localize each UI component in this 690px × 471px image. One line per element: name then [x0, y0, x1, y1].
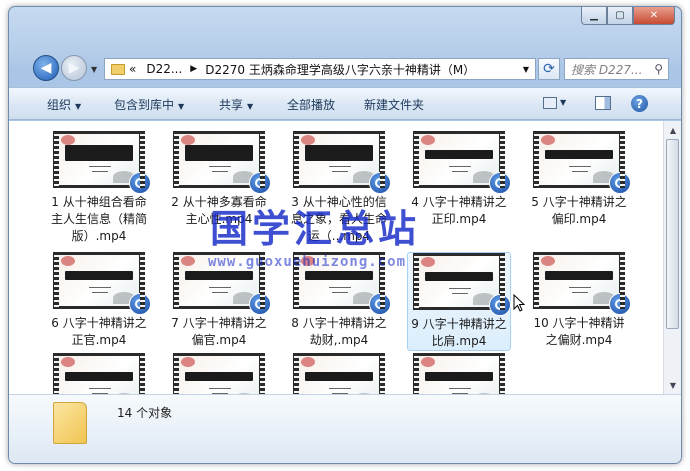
- media-player-icon: [249, 172, 271, 194]
- file-item[interactable]: [407, 353, 511, 394]
- file-item[interactable]: [167, 353, 271, 394]
- scroll-down-icon[interactable]: ▼: [665, 377, 681, 393]
- refresh-icon: ⟳: [543, 61, 555, 77]
- maximize-button[interactable]: ▢: [607, 7, 633, 25]
- minimize-button[interactable]: ▁: [581, 7, 607, 25]
- video-thumbnail: [173, 252, 271, 315]
- video-thumbnail: [293, 353, 385, 394]
- chevron-down-icon: ▼: [75, 102, 82, 111]
- help-icon[interactable]: ?: [631, 95, 648, 112]
- video-thumbnail: [533, 131, 631, 194]
- file-item[interactable]: 7 八字十神精讲之偏官.mp4: [167, 252, 271, 349]
- video-thumbnail: [53, 353, 145, 394]
- media-player-icon: [489, 294, 511, 316]
- file-item[interactable]: [287, 353, 391, 394]
- media-player-icon: [609, 293, 631, 315]
- search-input[interactable]: 搜索 D227... ⚲: [564, 58, 669, 80]
- breadcrumb-current[interactable]: D2270 王炳森命理学高级八字六亲十神精讲（M）: [205, 61, 475, 78]
- back-button[interactable]: ◀: [33, 55, 59, 81]
- chevron-down-icon: ▼: [247, 102, 254, 111]
- video-thumbnail: [173, 353, 265, 394]
- video-thumbnail: [53, 252, 151, 315]
- file-name: 4 八字十神精讲之正印.mp4: [411, 195, 507, 226]
- organize-button[interactable]: 组织 ▼: [47, 96, 81, 113]
- address-bar[interactable]: « D22... ▶ D2270 王炳森命理学高级八字六亲十神精讲（M） ▼: [104, 58, 536, 80]
- folder-icon: [53, 402, 87, 444]
- search-icon: ⚲: [654, 62, 663, 76]
- breadcrumb-parent[interactable]: D22...: [146, 62, 182, 76]
- chevron-right-icon[interactable]: ▶: [190, 64, 197, 74]
- breadcrumb-prefix[interactable]: «: [129, 62, 136, 76]
- file-item[interactable]: 1 从十神组合看命主人生信息（精简版）.mp4: [47, 131, 151, 245]
- address-dropdown-icon[interactable]: ▼: [523, 65, 529, 74]
- file-name: 2 从十神多寡看命主心性.mp4: [171, 195, 267, 226]
- file-item[interactable]: 6 八字十神精讲之正官.mp4: [47, 252, 151, 349]
- video-thumbnail: [413, 353, 505, 394]
- chevron-down-icon[interactable]: ▼: [560, 98, 566, 107]
- close-button[interactable]: ✕: [633, 7, 675, 25]
- details-pane: 14 个对象: [9, 394, 681, 463]
- command-bar: 组织 ▼ 包含到库中 ▼ 共享 ▼ 全部播放 新建文件夹 ▼ ?: [9, 87, 681, 120]
- play-all-button[interactable]: 全部播放: [287, 96, 335, 113]
- file-name: 10 八字十神精讲之偏财.mp4: [533, 316, 625, 347]
- file-item[interactable]: 4 八字十神精讲之正印.mp4: [407, 131, 511, 228]
- file-name: 8 八字十神精讲之劫财,.mp4: [291, 316, 387, 347]
- file-item[interactable]: 2 从十神多寡看命主心性.mp4: [167, 131, 271, 228]
- chevron-down-icon: ▼: [178, 102, 185, 111]
- mouse-cursor-icon: [513, 294, 525, 312]
- video-thumbnail: [413, 131, 511, 194]
- refresh-button[interactable]: ⟳: [538, 58, 560, 80]
- file-name: 9 八字十神精讲之比肩.mp4: [411, 317, 507, 348]
- include-library-button[interactable]: 包含到库中 ▼: [114, 96, 184, 113]
- media-player-icon: [489, 172, 511, 194]
- share-button[interactable]: 共享 ▼: [219, 96, 253, 113]
- scroll-up-icon[interactable]: ▲: [665, 122, 681, 138]
- video-thumbnail: [173, 131, 271, 194]
- caption-buttons: ▁ ▢ ✕: [581, 7, 675, 25]
- media-player-icon: [129, 172, 151, 194]
- file-name: 7 八字十神精讲之偏官.mp4: [171, 316, 267, 347]
- video-thumbnail: [293, 252, 391, 315]
- file-name: 6 八字十神精讲之正官.mp4: [51, 316, 147, 347]
- media-player-icon: [369, 293, 391, 315]
- media-player-icon: [129, 293, 151, 315]
- video-thumbnail: [413, 253, 511, 316]
- recent-pages-dropdown-icon[interactable]: ▼: [91, 65, 97, 74]
- file-item[interactable]: [47, 353, 151, 394]
- file-item[interactable]: 3 从十神心性的信息之象，看人生命运（...mp4: [287, 131, 391, 245]
- item-count: 14 个对象: [117, 406, 173, 420]
- media-player-icon: [249, 293, 271, 315]
- file-name: 3 从十神心性的信息之象，看人生命运（...mp4: [290, 195, 387, 243]
- file-list-view[interactable]: 1 从十神组合看命主人生信息（精简版）.mp4 2 从十神多寡看命主心性.mp4 3…: [9, 121, 663, 394]
- file-item[interactable]: 9 八字十神精讲之比肩.mp4: [407, 252, 511, 351]
- view-options-icon[interactable]: [543, 97, 557, 109]
- forward-button[interactable]: ▶: [61, 55, 87, 81]
- media-player-icon: [369, 172, 391, 194]
- media-player-icon: [609, 172, 631, 194]
- video-thumbnail: [533, 252, 631, 315]
- video-thumbnail: [293, 131, 391, 194]
- file-item[interactable]: 10 八字十神精讲之偏财.mp4: [527, 252, 631, 349]
- explorer-window: ▁ ▢ ✕ ◀ ▶ ▼ « D22... ▶ D2270 王炳森命理学高级八字六…: [8, 6, 682, 464]
- preview-pane-icon[interactable]: [595, 96, 611, 110]
- file-name: 1 从十神组合看命主人生信息（精简版）.mp4: [50, 195, 147, 243]
- folder-icon: [111, 63, 125, 75]
- file-name: 5 八字十神精讲之偏印.mp4: [531, 195, 627, 226]
- video-thumbnail: [53, 131, 151, 194]
- search-placeholder: 搜索 D227...: [571, 62, 643, 77]
- file-item[interactable]: 5 八字十神精讲之偏印.mp4: [527, 131, 631, 228]
- file-item[interactable]: 8 八字十神精讲之劫财,.mp4: [287, 252, 391, 349]
- new-folder-button[interactable]: 新建文件夹: [364, 96, 424, 113]
- scroll-thumb[interactable]: [666, 139, 679, 329]
- vertical-scrollbar[interactable]: ▲ ▼: [663, 121, 681, 394]
